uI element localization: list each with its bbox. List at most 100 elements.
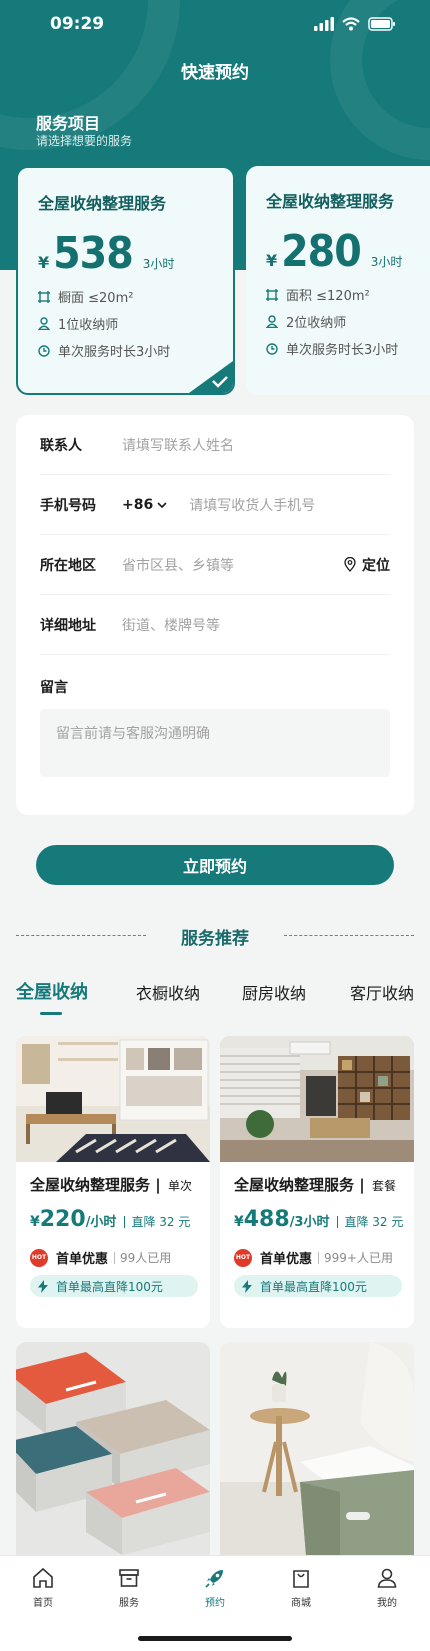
coupon-tag[interactable]: 首单最高直降100元 — [234, 1275, 402, 1297]
package-card[interactable]: 全屋收纳整理服务 ¥ 280 3小时 面积 ≤120m² 2位收纳师 单次服务时… — [246, 166, 430, 395]
price-unit: 3小时 — [370, 255, 403, 269]
tab-label: 预约 — [205, 1598, 225, 1609]
feature-text: 橱面 ≤20m² — [58, 291, 134, 306]
promo-label: 首单优惠 — [56, 1252, 109, 1267]
feature-area: 橱面 ≤20m² — [38, 287, 213, 306]
service-card[interactable]: 全屋收纳整理服务 | 套餐 ¥ 488 /3小时 直降 32 元 HOT 首单优… — [220, 1036, 414, 1328]
tab-home[interactable]: 首页 — [13, 1566, 73, 1609]
phone-input[interactable]: 请填写收货人手机号 — [189, 495, 390, 515]
coupon-text: 首单最高直降100元 — [56, 1279, 163, 1294]
feature-staff: 1位收纳师 — [38, 314, 213, 333]
feature-text: 1位收纳师 — [58, 318, 119, 333]
currency-symbol: ¥ — [38, 253, 50, 272]
currency-symbol: ¥ — [30, 1214, 40, 1230]
package-card-selected[interactable]: 全屋收纳整理服务 ¥ 538 3小时 橱面 ≤20m² 1位收纳师 单次服务时长… — [16, 166, 235, 395]
currency-symbol: ¥ — [234, 1214, 244, 1230]
address-label: 详细地址 — [40, 617, 96, 634]
service-card[interactable] — [220, 1342, 414, 1555]
tab-indicator — [40, 1012, 62, 1015]
service-price: ¥ 488 /3小时 直降 32 元 — [234, 1207, 403, 1232]
staff-icon — [266, 315, 278, 328]
address-row[interactable]: 详细地址 街道、楼牌号等 — [40, 595, 390, 655]
tab-booking[interactable]: 预约 — [185, 1566, 245, 1609]
status-bar: 09:29 — [0, 14, 430, 36]
service-name-text: 全屋收纳整理服务 — [30, 1176, 151, 1194]
hot-badge-icon: HOT — [234, 1248, 252, 1267]
price-unit: /3小时 — [289, 1215, 330, 1230]
service-name: 全屋收纳整理服务 | 单次 — [30, 1176, 192, 1194]
feature-text: 面积 ≤120m² — [286, 289, 370, 304]
services-title: 服务项目 — [36, 114, 101, 133]
package-name: 全屋收纳整理服务 — [38, 194, 167, 213]
tab-label: 我的 — [377, 1598, 397, 1609]
discount-text: 直降 32 元 — [337, 1216, 403, 1228]
country-code-select[interactable]: +86 — [122, 497, 167, 513]
chevron-down-icon — [157, 501, 167, 508]
feature-duration: 单次服务时长3小时 — [38, 341, 213, 360]
address-input[interactable]: 街道、楼牌号等 — [122, 615, 390, 635]
signal-icon — [314, 17, 334, 31]
services-subtitle: 请选择想要的服务 — [36, 134, 133, 148]
price-value: 538 — [53, 228, 134, 279]
area-icon — [38, 290, 50, 303]
contact-label: 联系人 — [40, 437, 82, 454]
coupon-tag[interactable]: 首单最高直降100元 — [30, 1275, 198, 1297]
feature-text: 单次服务时长3小时 — [286, 343, 399, 358]
message-textarea[interactable]: 留言前请与客服沟通明确 — [40, 709, 390, 777]
service-kind: 单次 — [167, 1179, 192, 1193]
area-icon — [266, 288, 278, 301]
phone-row[interactable]: 手机号码 +86 请填写收货人手机号 — [40, 475, 390, 535]
tab-wardrobe[interactable]: 衣橱收纳 — [136, 980, 200, 1004]
package-price: ¥ 538 3小时 — [38, 228, 213, 279]
box-icon — [119, 1569, 139, 1587]
price-unit: 3小时 — [142, 257, 175, 271]
region-input[interactable]: 省市区县、乡镇等 — [122, 555, 344, 575]
lightning-icon — [38, 1279, 48, 1293]
rocket-icon — [205, 1570, 223, 1588]
used-count: 999+人已用 — [318, 1251, 393, 1264]
tab-living-room[interactable]: 客厅收纳 — [350, 980, 414, 1004]
price-value: 488 — [243, 1207, 290, 1232]
feature-area: 面积 ≤120m² — [266, 285, 426, 304]
tab-whole-house[interactable]: 全屋收纳 — [16, 978, 88, 1004]
tab-label: 商城 — [291, 1598, 311, 1609]
used-count: 99人已用 — [114, 1251, 171, 1264]
service-image-living-room — [16, 1036, 210, 1162]
home-icon — [33, 1567, 53, 1588]
service-card[interactable]: 全屋收纳整理服务 | 单次 ¥ 220 /小时 直降 32 元 HOT 首单优惠… — [16, 1036, 210, 1328]
book-now-button[interactable]: 立即预约 — [36, 845, 394, 885]
tab-mine[interactable]: 我的 — [357, 1566, 417, 1609]
bag-icon — [293, 1570, 309, 1588]
battery-icon — [368, 17, 395, 31]
tab-kitchen[interactable]: 厨房收纳 — [242, 980, 306, 1004]
package-name: 全屋收纳整理服务 — [266, 192, 395, 211]
region-row[interactable]: 所在地区 省市区县、乡镇等 定位 — [40, 535, 390, 595]
feature-text: 单次服务时长3小时 — [58, 345, 171, 360]
promo-row: HOT 首单优惠 99人已用 — [30, 1248, 198, 1267]
discount-text: 直降 32 元 — [124, 1216, 190, 1228]
tab-mall[interactable]: 商城 — [271, 1566, 331, 1609]
feature-duration: 单次服务时长3小时 — [266, 339, 426, 358]
home-indicator — [138, 1636, 292, 1641]
user-icon — [377, 1568, 397, 1588]
tab-label: 服务 — [119, 1598, 139, 1609]
currency-symbol: ¥ — [266, 251, 278, 270]
tab-service[interactable]: 服务 — [99, 1566, 159, 1609]
price-unit: /小时 — [85, 1215, 117, 1230]
locate-button[interactable]: 定位 — [344, 555, 390, 575]
wifi-icon — [342, 17, 360, 31]
region-label: 所在地区 — [40, 557, 96, 574]
service-kind: 套餐 — [371, 1179, 396, 1193]
message-label: 留言 — [40, 680, 68, 696]
tab-label: 首页 — [33, 1598, 53, 1609]
contact-input[interactable]: 请填写联系人姓名 — [122, 435, 390, 455]
feature-staff: 2位收纳师 — [266, 312, 426, 331]
staff-icon — [38, 317, 50, 330]
hot-badge-icon: HOT — [30, 1248, 48, 1267]
service-card[interactable] — [16, 1342, 210, 1555]
promo-label: 首单优惠 — [260, 1252, 313, 1267]
package-price: ¥ 280 3小时 — [266, 226, 426, 277]
lightning-icon — [242, 1279, 252, 1293]
contact-row[interactable]: 联系人 请填写联系人姓名 — [40, 415, 390, 475]
country-code: +86 — [122, 496, 154, 513]
